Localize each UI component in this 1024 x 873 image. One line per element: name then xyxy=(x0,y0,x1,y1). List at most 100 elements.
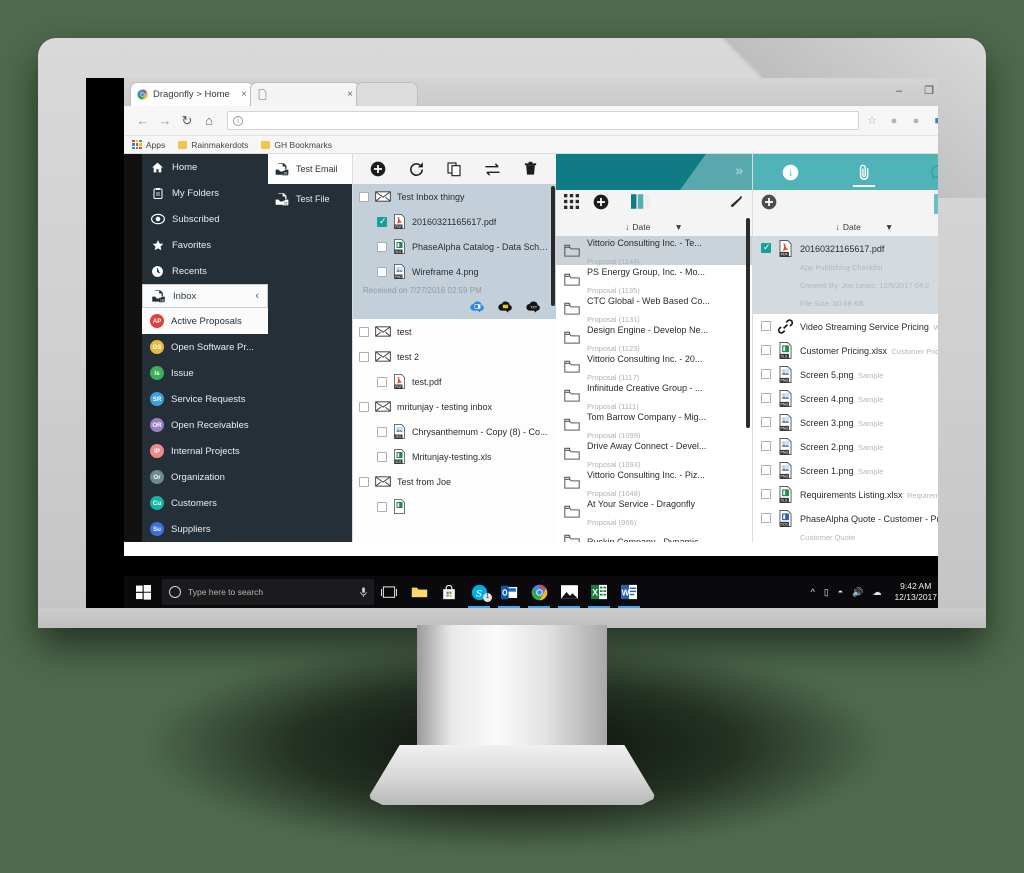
file-checkbox[interactable] xyxy=(761,465,771,475)
file-checkbox[interactable] xyxy=(761,345,771,355)
sidebar-item-open-software-pr[interactable]: OS Open Software Pr... xyxy=(142,334,268,360)
battery-icon[interactable]: ▯ xyxy=(824,587,829,598)
msg-cloud-icon[interactable] xyxy=(497,299,514,313)
attachment-checkbox[interactable] xyxy=(377,266,387,277)
test-email-item[interactable]: 26 Test Email xyxy=(268,154,352,184)
sidebar-item-suppliers[interactable]: Su Suppliers xyxy=(142,516,268,542)
transfer-icon[interactable] xyxy=(483,160,502,179)
outlook-cloud-icon[interactable] xyxy=(469,299,486,313)
attachment-checkbox[interactable] xyxy=(377,501,387,512)
file-checkbox[interactable] xyxy=(761,321,771,331)
home-icon[interactable]: ⌂ xyxy=(198,113,220,128)
site-info-icon[interactable]: i xyxy=(233,115,243,126)
info-tab[interactable]: i xyxy=(767,154,813,190)
sidebar-item-active-proposals[interactable]: AP Active Proposals xyxy=(142,308,268,334)
file-checkbox[interactable] xyxy=(761,393,771,403)
onedrive-icon[interactable]: ☁ xyxy=(872,587,881,598)
attachment-checkbox[interactable] xyxy=(377,426,387,437)
email-list-scrollbar[interactable] xyxy=(551,186,555,306)
bookmark-rainmakerdots[interactable]: Rainmakerdots xyxy=(178,140,248,150)
file-row[interactable]: XLS Customer Pricing.xlsx Customer Prici… xyxy=(753,338,938,362)
file-checkbox[interactable] xyxy=(761,242,771,253)
microphone-icon[interactable] xyxy=(360,586,367,598)
file-checkbox[interactable] xyxy=(761,441,771,451)
taskbar-search-box[interactable]: Type here to search xyxy=(162,579,374,605)
file-row[interactable]: PNG Screen 3.png Sample xyxy=(753,410,938,434)
sort-caret-icon[interactable]: ▼ xyxy=(674,222,682,232)
star-icon[interactable]: ☆ xyxy=(866,115,878,127)
cast-icon[interactable]: ■ xyxy=(932,115,938,127)
email-group[interactable]: mritunjay - testing inbox JPG Chrysanthe… xyxy=(353,394,556,469)
sidebar-item-inbox[interactable]: 18 Inbox ‹ xyxy=(142,284,268,308)
sidebar-item-home[interactable]: Home xyxy=(142,154,268,180)
email-row[interactable]: Test Inbox thingy xyxy=(353,184,556,209)
email-row[interactable]: test 2 xyxy=(353,344,556,369)
file-row[interactable]: PNG Screen 2.png Sample xyxy=(753,434,938,458)
sidebar-item-service-requests[interactable]: SR Service Requests xyxy=(142,386,268,412)
email-attachment-row[interactable] xyxy=(353,494,556,519)
tab-close-icon[interactable]: × xyxy=(233,89,247,100)
profile-icon[interactable]: ● xyxy=(910,115,922,127)
copy-icon[interactable] xyxy=(445,160,464,179)
chevron-left-icon[interactable]: ‹ xyxy=(255,290,259,302)
minimize-button[interactable]: – xyxy=(892,82,906,100)
task-view-icon[interactable] xyxy=(374,576,404,608)
attachment-checkbox[interactable] xyxy=(377,376,387,387)
attachments-tab[interactable] xyxy=(841,154,887,190)
proposal-row[interactable]: At Your Service - Dragonfly Proposal (96… xyxy=(556,497,752,527)
sidebar-item-subscribed[interactable]: Subscribed xyxy=(142,206,268,232)
refresh-icon[interactable] xyxy=(407,160,426,179)
attachment-checkbox[interactable] xyxy=(377,451,387,462)
plus-circle-icon[interactable] xyxy=(761,194,777,215)
chrome-icon[interactable] xyxy=(524,576,554,608)
file-row[interactable]: XLS Requirements Listing.xlsx Requiremen… xyxy=(753,482,938,506)
sidebar-item-organization[interactable]: Or Organization xyxy=(142,464,268,490)
wifi-icon[interactable]: ◓ xyxy=(838,587,843,597)
skype-icon[interactable]: S 1 xyxy=(464,576,494,608)
files-list[interactable]: PDF 20160321165617.pdf App Publishing Ch… xyxy=(753,236,938,542)
proposal-list-scrollbar[interactable] xyxy=(746,218,750,428)
sidebar-item-favorites[interactable]: Favorites xyxy=(142,232,268,258)
email-list[interactable]: Test Inbox thingy PDF 201603 xyxy=(353,184,556,542)
attachment-checkbox[interactable] xyxy=(377,241,387,252)
file-row[interactable]: PNG Screen 5.png Sample xyxy=(753,362,938,386)
sort-caret-icon[interactable]: ▼ xyxy=(885,222,893,232)
sidebar-item-recents[interactable]: Recents xyxy=(142,258,268,284)
email-checkbox[interactable] xyxy=(359,191,369,202)
email-group[interactable]: Test from Joe xyxy=(353,469,556,519)
trash-icon[interactable] xyxy=(521,160,540,179)
microsoft-store-icon[interactable] xyxy=(434,576,464,608)
address-bar[interactable]: i xyxy=(227,111,859,130)
email-checkbox[interactable] xyxy=(359,401,369,412)
taskbar-clock[interactable]: 9:42 AM 12/13/2017 xyxy=(890,581,938,603)
file-checkbox[interactable] xyxy=(761,369,771,379)
back-icon[interactable]: ← xyxy=(132,113,154,128)
plus-circle-icon[interactable] xyxy=(593,194,609,215)
excel-icon[interactable]: X xyxy=(584,576,614,608)
test-file-item[interactable]: 32 Test File xyxy=(268,184,352,214)
sort-direction-icon[interactable]: ↓ Date xyxy=(625,222,650,232)
chevron-up-icon[interactable]: ^ xyxy=(811,587,815,597)
sidebar-item-open-receivables[interactable]: OR Open Receivables xyxy=(142,412,268,438)
file-checkbox[interactable] xyxy=(761,489,771,499)
windows-logo-icon[interactable] xyxy=(124,576,162,608)
email-attachment-row[interactable]: PNG Wireframe 4.png xyxy=(353,259,556,284)
email-row[interactable]: Test from Joe xyxy=(353,469,556,494)
file-row[interactable]: PNG Screen 4.png Sample xyxy=(753,386,938,410)
email-group[interactable]: test xyxy=(353,319,556,344)
browser-tab-blank[interactable]: × xyxy=(250,82,360,106)
email-attachment-row[interactable]: JPG Chrysanthemum - Copy (8) - Co... xyxy=(353,419,556,444)
email-checkbox[interactable] xyxy=(359,476,369,487)
photos-icon[interactable] xyxy=(554,576,584,608)
email-attachment-row[interactable]: PDF test.pdf xyxy=(353,369,556,394)
sidebar-item-customers[interactable]: Cu Customers xyxy=(142,490,268,516)
comments-tab[interactable] xyxy=(916,154,938,190)
outlook-icon[interactable] xyxy=(494,576,524,608)
browser-tab-placeholder[interactable] xyxy=(356,82,418,106)
plus-circle-icon[interactable] xyxy=(369,160,388,179)
attachment-checkbox[interactable] xyxy=(377,216,387,227)
file-explorer-icon[interactable] xyxy=(404,576,434,608)
email-group-selected[interactable]: Test Inbox thingy PDF 201603 xyxy=(353,184,556,319)
file-row[interactable]: Video Streaming Service Pricing Website xyxy=(753,314,938,338)
email-checkbox[interactable] xyxy=(359,351,369,362)
